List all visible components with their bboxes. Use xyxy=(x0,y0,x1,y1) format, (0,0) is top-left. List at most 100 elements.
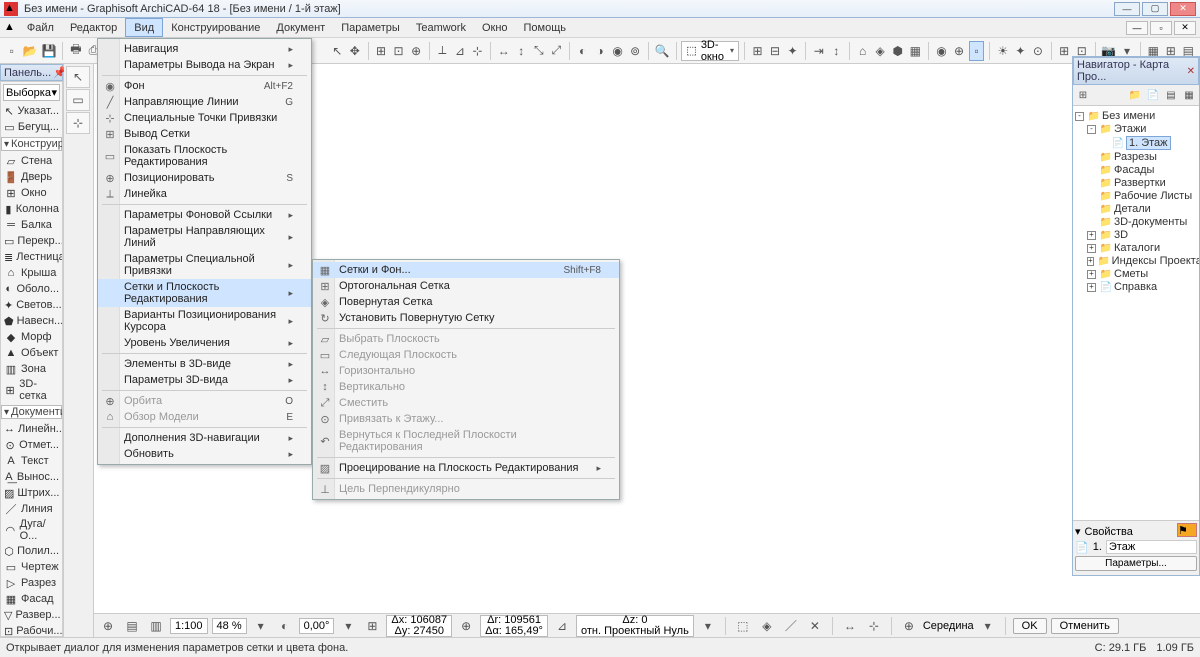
info-btn-2[interactable]: ▭ xyxy=(66,89,90,111)
pan-tool[interactable]: ✥ xyxy=(347,41,363,61)
tool-Чертеж[interactable]: ▭Чертеж xyxy=(1,559,62,575)
menuitem-Параметры Фоновой Ссылки[interactable]: Параметры Фоновой Ссылки▸ xyxy=(98,207,311,223)
bb-icon-6[interactable]: ▾ xyxy=(338,616,358,636)
tb-icon-8[interactable]: ↕ xyxy=(513,41,529,61)
tb-icon-20[interactable]: ⊞ xyxy=(750,41,766,61)
zoom-pct-field[interactable]: 48 % xyxy=(212,618,247,634)
tool-Перекр...[interactable]: ▭Перекр... xyxy=(1,233,62,249)
pointer-tool[interactable]: ↖Указат... xyxy=(1,103,62,119)
tb-icon-14[interactable]: ⊚ xyxy=(627,41,643,61)
tb-icon-24[interactable]: ↕ xyxy=(829,41,845,61)
maximize-button[interactable]: ▢ xyxy=(1142,2,1168,16)
info-btn-1[interactable]: ↖ xyxy=(66,66,90,88)
navigator-close-icon[interactable]: ✕ xyxy=(1187,66,1195,77)
tree-item-Сметы[interactable]: +📁Сметы xyxy=(1075,268,1197,281)
bb-icon-10[interactable]: ▾ xyxy=(698,616,718,636)
new-button[interactable]: ▫ xyxy=(4,41,20,61)
tool-Оболо...[interactable]: ◐Оболо... xyxy=(1,281,62,297)
tb-icon-10[interactable]: ⤢ xyxy=(549,41,565,61)
close-button[interactable]: ✕ xyxy=(1170,2,1196,16)
bb-icon-9[interactable]: ⊿ xyxy=(552,616,572,636)
mdi-restore[interactable]: ▫ xyxy=(1150,21,1172,35)
tool-Фасад[interactable]: ▦Фасад xyxy=(1,591,62,607)
tree-item-1. Этаж[interactable]: 📄1. Этаж xyxy=(1075,136,1197,151)
tree-item-3D[interactable]: +📁3D xyxy=(1075,229,1197,242)
tool-Разрез[interactable]: ▷Разрез xyxy=(1,575,62,591)
selection-dropdown[interactable]: Выборка▾ xyxy=(3,84,60,101)
tool-Линейн...[interactable]: ↔Линейн... xyxy=(1,421,62,437)
tb-icon-30[interactable]: ⊕ xyxy=(951,41,967,61)
bb-icon-17[interactable]: ⊕ xyxy=(899,616,919,636)
params-button[interactable]: Параметры... xyxy=(1075,556,1197,571)
bb-icon-14[interactable]: ✕ xyxy=(805,616,825,636)
tool-Дверь[interactable]: 🚪Дверь xyxy=(1,169,62,185)
tb-icon-26[interactable]: ◈ xyxy=(872,41,888,61)
tree-item-Справка[interactable]: +📄Справка xyxy=(1075,281,1197,294)
bb-icon-5[interactable]: ◐ xyxy=(275,616,295,636)
tool-Лестница[interactable]: ≣Лестница xyxy=(1,249,62,265)
tree-item-3D-документы[interactable]: 📁3D-документы xyxy=(1075,216,1197,229)
tb-icon-7[interactable]: ↔ xyxy=(496,41,512,61)
bb-icon-12[interactable]: ◈ xyxy=(757,616,777,636)
tool-Навесн...[interactable]: ⬟Навесн... xyxy=(1,313,62,329)
menuitem-Показать Плоскость Редактирования[interactable]: ▭Показать Плоскость Редактирования xyxy=(98,142,311,170)
bb-icon-8[interactable]: ⊕ xyxy=(456,616,476,636)
expand-icon[interactable]: + xyxy=(1087,270,1096,279)
expand-icon[interactable]: + xyxy=(1087,257,1094,266)
angle-field[interactable]: 0,00° xyxy=(299,618,335,634)
menuitem-Линейка[interactable]: ⟂Линейка xyxy=(98,186,311,202)
tool-Зона[interactable]: ▥Зона xyxy=(1,361,62,377)
menuitem-Уровень Увеличения[interactable]: Уровень Увеличения▸ xyxy=(98,335,311,351)
menuitem-Проецирование на Плоскость Редактирования[interactable]: ▨Проецирование на Плоскость Редактирован… xyxy=(313,460,619,476)
expand-icon[interactable]: + xyxy=(1087,231,1096,240)
tb-icon-29[interactable]: ◉ xyxy=(934,41,950,61)
section-document[interactable]: ▾ Документи xyxy=(1,405,62,419)
menuitem-Ортогональная Сетка[interactable]: ⊞Ортогональная Сетка xyxy=(313,278,619,294)
mdi-close[interactable]: ✕ xyxy=(1174,21,1196,35)
bb-icon-18[interactable]: ▾ xyxy=(978,616,998,636)
menuitem-Позиционировать[interactable]: ⊕ПозиционироватьS xyxy=(98,170,311,186)
tool-Балка[interactable]: ═Балка xyxy=(1,217,62,233)
tb-icon-13[interactable]: ◉ xyxy=(610,41,626,61)
tool-Штрих...[interactable]: ▨Штрих... xyxy=(1,485,62,501)
bb-icon-1[interactable]: ⊕ xyxy=(98,616,118,636)
tool-Колонна[interactable]: ▮Колонна xyxy=(1,201,62,217)
expand-icon[interactable]: - xyxy=(1087,125,1096,134)
nav-tb-3[interactable]: 📄 xyxy=(1145,87,1161,103)
menuitem-Повернутая Сетка[interactable]: ◈Повернутая Сетка xyxy=(313,294,619,310)
tb-icon-21[interactable]: ⊟ xyxy=(767,41,783,61)
tb-icon-31-active[interactable]: ▫ xyxy=(969,41,985,61)
tool-Объект[interactable]: ▲Объект xyxy=(1,345,62,361)
menu-document[interactable]: Документ xyxy=(268,18,333,37)
bb-icon-15[interactable]: ↔ xyxy=(840,616,860,636)
menuitem-Направляющие Линии[interactable]: ╱Направляющие ЛинииG xyxy=(98,94,311,110)
bb-icon-3[interactable]: ▥ xyxy=(146,616,166,636)
nav-tb-5[interactable]: ▦ xyxy=(1181,87,1197,103)
tb-icon-32[interactable]: ☀ xyxy=(995,41,1011,61)
tree-item-Развертки[interactable]: 📁Развертки xyxy=(1075,177,1197,190)
tree-root[interactable]: -📁Без имени xyxy=(1075,110,1197,123)
tool-Вынос...[interactable]: A͟Вынос... xyxy=(1,469,62,485)
toolbox-header[interactable]: Панель... 📌 ✕ xyxy=(0,64,63,81)
tb-icon-33[interactable]: ✦ xyxy=(1013,41,1029,61)
marquee-tool[interactable]: ▭Бегущ... xyxy=(1,119,62,135)
tool-Стена[interactable]: ▱Стена xyxy=(1,153,62,169)
menuitem-Дополнения 3D-навигации[interactable]: Дополнения 3D-навигации▸ xyxy=(98,430,311,446)
tool-Дуга/О...[interactable]: ◠Дуга/О... xyxy=(1,517,62,543)
menuitem-Сетки и Плоскость Редактирования[interactable]: Сетки и Плоскость Редактирования▸ xyxy=(98,279,311,307)
bb-icon-4[interactable]: ▾ xyxy=(251,616,271,636)
nav-tb-2[interactable]: 📁 xyxy=(1127,87,1143,103)
tool-Светов...[interactable]: ✦Светов... xyxy=(1,297,62,313)
tb-icon-23[interactable]: ⇥ xyxy=(811,41,827,61)
menu-design[interactable]: Конструирование xyxy=(163,18,268,37)
bb-icon-13[interactable]: ／ xyxy=(781,616,801,636)
tb-icon-6[interactable]: ⊹ xyxy=(470,41,486,61)
tool-Рабочи...[interactable]: ⊡Рабочи... xyxy=(1,623,62,637)
view3d-dropdown[interactable]: ⬚ 3D-окно ▾ xyxy=(681,41,739,61)
tb-icon-22[interactable]: ✦ xyxy=(785,41,801,61)
menuitem-Параметры Направляющих Линий[interactable]: Параметры Направляющих Линий▸ xyxy=(98,223,311,251)
tree-item-Детали[interactable]: 📁Детали xyxy=(1075,203,1197,216)
arrow-tool[interactable]: ↖ xyxy=(329,41,345,61)
nav-tb-1[interactable]: ⊞ xyxy=(1075,87,1091,103)
menuitem-Варианты Позиционирования Курсора[interactable]: Варианты Позиционирования Курсора▸ xyxy=(98,307,311,335)
